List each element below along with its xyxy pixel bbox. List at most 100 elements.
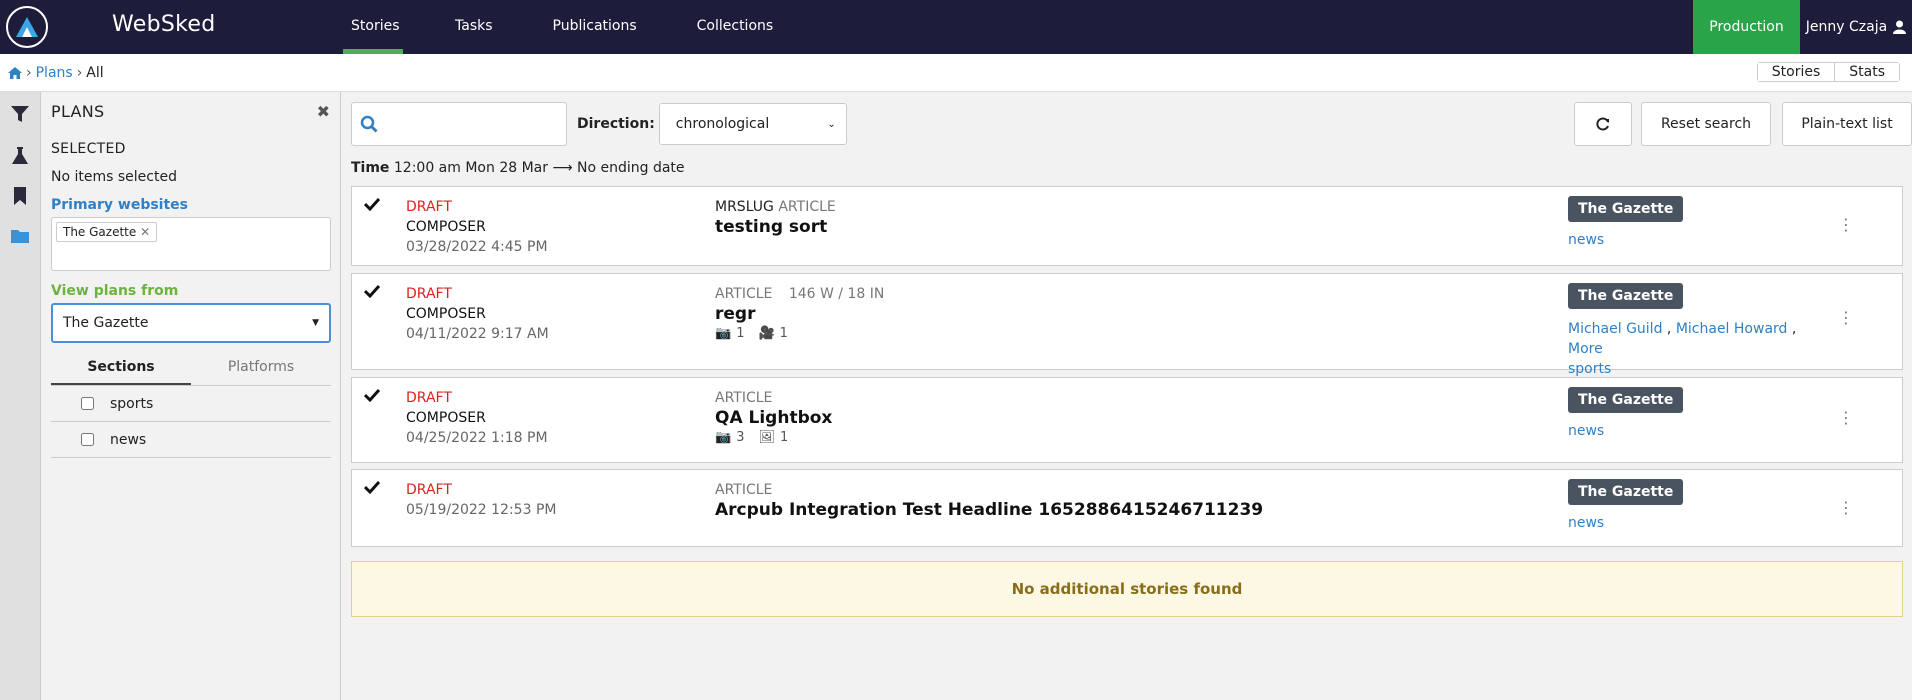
filter-icon[interactable]	[10, 104, 30, 124]
website-badge: The Gazette	[1568, 479, 1684, 505]
bookmark-icon[interactable]	[10, 186, 30, 206]
section-link[interactable]: news	[1568, 515, 1683, 531]
story-type: ARTICLE	[715, 482, 773, 498]
story-date: 04/25/2022 1:18 PM	[406, 430, 548, 446]
view-plans-from-select[interactable]: The Gazette ▼	[51, 303, 331, 343]
top-navbar: WebSked Stories Tasks Publications Colle…	[0, 0, 1912, 54]
view-plans-from-label: View plans from	[51, 283, 179, 299]
story-headline[interactable]: regr	[715, 304, 884, 324]
section-row-news: news	[51, 422, 331, 458]
breadcrumb-current: All	[86, 64, 104, 81]
chevron-down-icon: ⌄	[827, 118, 836, 130]
story-status: DRAFT	[406, 286, 452, 302]
view-toggle: Stories Stats	[1756, 62, 1900, 82]
folder-icon[interactable]	[10, 226, 30, 246]
video-camera-icon: 🎥	[758, 326, 775, 341]
tab-collections[interactable]: Collections	[689, 0, 782, 54]
tab-sections[interactable]: Sections	[51, 359, 191, 385]
story-type: ARTICLE	[778, 199, 836, 215]
section-label: news	[110, 431, 147, 448]
story-media-counts: 📷 3 🖼 1	[715, 428, 832, 448]
story-headline[interactable]: QA Lightbox	[715, 408, 832, 428]
story-row[interactable]: DRAFT COMPOSER 04/25/2022 1:18 PM ARTICL…	[351, 377, 1903, 463]
author-link[interactable]: Michael Guild	[1568, 321, 1662, 337]
stories-view-button[interactable]: Stories	[1757, 63, 1835, 81]
story-status: DRAFT	[406, 199, 452, 215]
camera-icon: 📷	[715, 430, 732, 445]
breadcrumb: › Plans › All Stories Stats	[0, 54, 1912, 92]
reset-search-button[interactable]: Reset search	[1641, 102, 1771, 146]
selected-label: SELECTED	[51, 141, 126, 157]
tab-stories[interactable]: Stories	[343, 0, 403, 54]
search-icon	[360, 115, 378, 133]
time-label: Time	[351, 160, 390, 176]
primary-websites-input[interactable]: The Gazette ✕	[51, 217, 331, 271]
flask-icon[interactable]	[10, 146, 30, 166]
time-end: No ending date	[576, 160, 685, 176]
story-media-counts: 📷 1 🎥 1	[715, 324, 884, 344]
story-headline[interactable]: testing sort	[715, 217, 836, 237]
check-icon[interactable]	[363, 480, 381, 498]
website-badge: The Gazette	[1568, 196, 1684, 222]
arc-logo[interactable]	[0, 0, 54, 54]
search-toolbar: Direction: chronological ⌄ Reset search …	[351, 102, 1912, 146]
section-link[interactable]: news	[1568, 423, 1683, 439]
caret-down-icon: ▼	[312, 318, 319, 328]
user-icon	[1893, 20, 1907, 34]
story-headline[interactable]: Arcpub Integration Test Headline 1652886…	[715, 500, 1263, 520]
section-label: sports	[110, 395, 154, 412]
story-word-count: 146 W / 18 IN	[788, 286, 885, 302]
check-icon[interactable]	[363, 284, 381, 302]
stats-view-button[interactable]: Stats	[1834, 63, 1899, 81]
tab-tasks[interactable]: Tasks	[447, 0, 501, 54]
time-start: 12:00 am Mon 28 Mar	[393, 160, 548, 176]
more-authors-link[interactable]: More	[1568, 341, 1603, 357]
close-icon[interactable]: ✖	[317, 102, 330, 121]
story-source: COMPOSER	[406, 219, 486, 235]
more-options-icon[interactable]: ⋮	[1838, 215, 1854, 234]
story-date: 05/19/2022 12:53 PM	[406, 502, 557, 518]
environment-badge[interactable]: Production	[1693, 0, 1800, 54]
section-link[interactable]: sports	[1568, 361, 1611, 377]
direction-select[interactable]: chronological ⌄	[658, 103, 847, 145]
photo-count: 3	[736, 430, 745, 445]
story-type: ARTICLE	[715, 390, 773, 406]
direction-value: chronological	[675, 116, 770, 132]
direction-label: Direction:	[577, 116, 655, 132]
section-checkbox-sports[interactable]	[81, 397, 94, 410]
selected-none-text: No items selected	[51, 169, 177, 185]
more-options-icon[interactable]: ⋮	[1838, 408, 1854, 427]
remove-tag-icon[interactable]: ✕	[140, 225, 150, 239]
refresh-button[interactable]	[1574, 102, 1632, 146]
breadcrumb-separator: ›	[76, 64, 83, 81]
check-icon[interactable]	[363, 388, 381, 406]
story-row[interactable]: DRAFT 05/19/2022 12:53 PM ARTICLE Arcpub…	[351, 469, 1903, 547]
story-status: DRAFT	[406, 482, 452, 498]
tab-platforms[interactable]: Platforms	[191, 359, 331, 385]
panel-title: PLANS	[51, 102, 105, 121]
story-status: DRAFT	[406, 390, 452, 406]
breadcrumb-separator: ›	[26, 64, 32, 81]
plain-text-list-button[interactable]: Plain-text list	[1782, 102, 1912, 146]
author-link[interactable]: Michael Howard	[1676, 321, 1788, 337]
section-link[interactable]: news	[1568, 232, 1683, 248]
app-title[interactable]: WebSked	[112, 0, 252, 54]
tab-publications[interactable]: Publications	[545, 0, 645, 54]
more-options-icon[interactable]: ⋮	[1838, 498, 1854, 517]
website-badge: The Gazette	[1568, 283, 1684, 309]
plans-panel: PLANS ✖ SELECTED No items selected Prima…	[41, 92, 341, 700]
arrow-right-icon: ⟶	[552, 160, 573, 176]
more-options-icon[interactable]: ⋮	[1838, 308, 1854, 327]
story-row[interactable]: DRAFT COMPOSER 04/11/2022 9:17 AM ARTICL…	[351, 273, 1903, 377]
search-input[interactable]	[351, 102, 567, 146]
story-date: 03/28/2022 4:45 PM	[406, 239, 548, 255]
photo-count: 1	[736, 326, 745, 341]
breadcrumb-plans-link[interactable]: Plans	[36, 65, 73, 81]
section-checkbox-news[interactable]	[81, 433, 94, 446]
story-row[interactable]: DRAFT COMPOSER 03/28/2022 4:45 PM MRSLUG…	[351, 186, 1903, 266]
check-icon[interactable]	[363, 197, 381, 215]
no-more-stories-alert: No additional stories found	[351, 561, 1903, 617]
home-icon[interactable]	[8, 66, 22, 79]
user-menu[interactable]: Jenny Czaja	[1800, 0, 1912, 54]
website-tag: The Gazette ✕	[56, 222, 158, 242]
